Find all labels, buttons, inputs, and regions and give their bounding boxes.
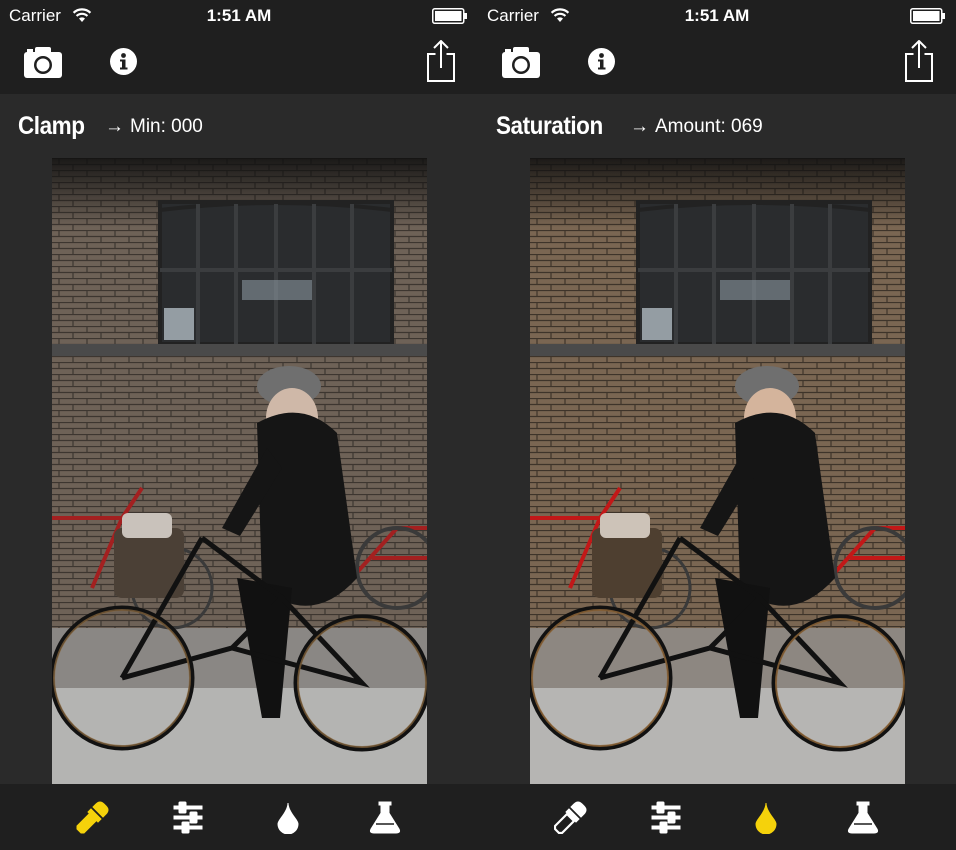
filter-header: Saturation → Amount: 069 [478, 94, 956, 158]
nav-bar [478, 32, 956, 94]
share-icon[interactable] [904, 40, 934, 82]
clock: 1:51 AM [684, 6, 750, 25]
parameter-value: Amount: 069 [655, 116, 763, 137]
drop-icon [755, 802, 777, 834]
share-icon[interactable] [426, 40, 456, 82]
tab-effects[interactable] [846, 800, 880, 834]
eyedropper-icon [554, 801, 587, 834]
filter-header: Clamp → Min: 000 [0, 94, 478, 158]
sliders-icon [651, 801, 681, 834]
flask-icon [847, 801, 879, 834]
parameter-value: Min: 000 [130, 116, 203, 137]
eyedropper-icon [76, 801, 109, 834]
photo-preview[interactable] [52, 158, 427, 784]
flask-icon [369, 801, 401, 834]
filter-parameter[interactable]: → Min: 000 [105, 116, 203, 138]
photo-image [530, 158, 905, 784]
screen-clamp: Carrier 1:51 AM Clamp → Min: 000 [0, 0, 478, 850]
tab-adjustments[interactable] [649, 800, 683, 834]
battery-icon [910, 8, 945, 24]
filter-name: Saturation [496, 112, 603, 140]
drop-icon [277, 802, 299, 834]
clock: 1:51 AM [206, 6, 272, 25]
photo-image [52, 158, 427, 784]
tab-eyedropper[interactable] [554, 800, 588, 834]
status-bar: Carrier 1:51 AM [0, 0, 478, 32]
sliders-icon [173, 801, 203, 834]
tab-eyedropper[interactable] [76, 800, 110, 834]
filter-name: Clamp [18, 112, 85, 140]
status-bar: Carrier 1:51 AM [478, 0, 956, 32]
tab-bar [0, 784, 478, 850]
tab-adjustments[interactable] [171, 800, 205, 834]
screen-saturation: Carrier 1:51 AM Saturation → Amount: 069 [478, 0, 956, 850]
info-icon[interactable] [110, 48, 137, 75]
photo-preview[interactable] [530, 158, 905, 784]
battery-icon [432, 8, 467, 24]
tab-color[interactable] [271, 800, 305, 834]
tab-effects[interactable] [368, 800, 402, 834]
arrow-right-icon: → [105, 116, 124, 137]
nav-bar [0, 32, 478, 94]
tab-bar [478, 784, 956, 850]
camera-icon[interactable] [502, 46, 540, 78]
filter-parameter[interactable]: → Amount: 069 [630, 116, 763, 138]
camera-icon[interactable] [24, 46, 62, 78]
arrow-right-icon: → [630, 116, 649, 137]
app-screens: Carrier 1:51 AM Clamp → Min: 000 Carrier… [0, 0, 956, 850]
tab-color[interactable] [749, 800, 783, 834]
info-icon[interactable] [588, 48, 615, 75]
